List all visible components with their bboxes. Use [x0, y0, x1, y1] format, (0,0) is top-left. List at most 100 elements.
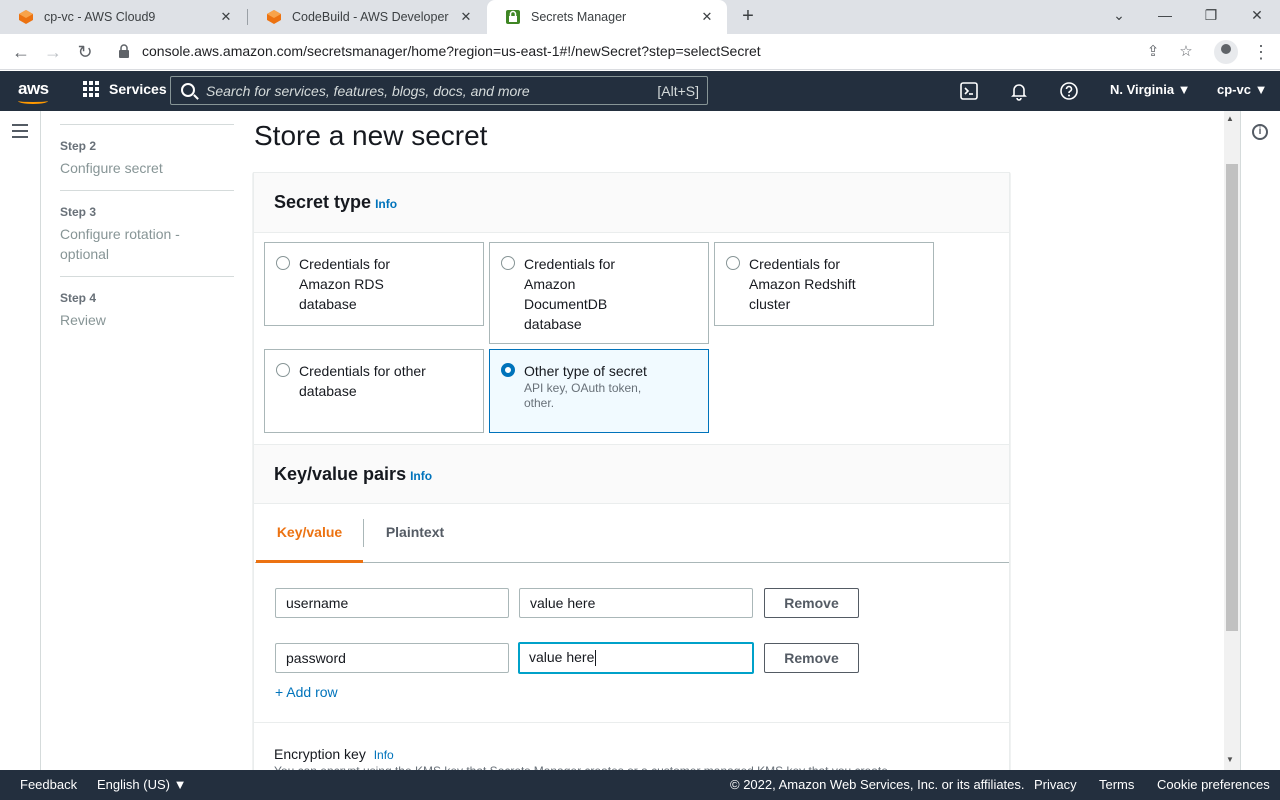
- browser-tab-strip: cp-vc - AWS Cloud9 ✕ CodeBuild - AWS Dev…: [0, 0, 1280, 34]
- share-icon[interactable]: ⇪: [1142, 41, 1164, 63]
- aws-logo[interactable]: aws: [18, 79, 49, 99]
- profile-avatar[interactable]: [1214, 40, 1238, 64]
- value-input[interactable]: value here: [519, 588, 753, 618]
- window-close-icon[interactable]: ✕: [1234, 0, 1280, 34]
- console-footer: Feedback English (US) ▼ © 2022, Amazon W…: [0, 770, 1280, 800]
- kv-heading: Key/value pairs Info: [274, 464, 433, 484]
- secret-type-heading: Secret type Info: [274, 192, 398, 212]
- tab-search-chevron-icon[interactable]: ⌄: [1096, 0, 1142, 34]
- services-menu-button[interactable]: Services: [83, 81, 167, 97]
- aws-top-navigation: aws Services Search for services, featur…: [0, 71, 1280, 111]
- option-label: Other type of secret: [524, 363, 647, 379]
- aws-cube-icon: [19, 10, 33, 24]
- add-row-link[interactable]: + Add row: [275, 684, 338, 700]
- notifications-bell-icon[interactable]: [1009, 81, 1029, 101]
- lock-icon: [119, 44, 129, 58]
- page-scrollbar-thumb[interactable]: [1226, 164, 1238, 631]
- text-caret: [595, 650, 597, 667]
- secret-type-option-other-database[interactable]: Credentials for other database: [264, 349, 484, 433]
- copyright-text: © 2022, Amazon Web Services, Inc. or its…: [730, 777, 1025, 792]
- tools-panel-divider: [1240, 111, 1241, 770]
- browser-tab-secrets-manager[interactable]: Secrets Manager ✕: [487, 0, 727, 34]
- tab-divider: [363, 519, 364, 547]
- restore-icon[interactable]: ❐: [1188, 0, 1234, 34]
- tab-plaintext[interactable]: Plaintext: [373, 503, 457, 562]
- step-number: Step 3: [60, 205, 97, 219]
- search-shortcut: [Alt+S]: [657, 83, 699, 99]
- tab-title: CodeBuild - AWS Developer Tools: [292, 10, 452, 24]
- radio-button[interactable]: [276, 363, 290, 377]
- terms-link[interactable]: Terms: [1099, 777, 1134, 792]
- secret-type-info-link[interactable]: Info: [375, 197, 397, 211]
- account-menu[interactable]: cp-vc ▼: [1217, 82, 1267, 97]
- kv-tabs: Key/value Plaintext: [255, 503, 1009, 563]
- tab-title: cp-vc - AWS Cloud9: [44, 10, 156, 24]
- value-input-focused[interactable]: value here: [518, 642, 754, 674]
- aws-cube-icon: [267, 10, 281, 24]
- scroll-down-arrow-icon[interactable]: ▼: [1226, 755, 1234, 764]
- back-icon[interactable]: ←: [8, 39, 34, 65]
- encryption-info-link[interactable]: Info: [374, 748, 394, 762]
- help-icon[interactable]: [1059, 81, 1079, 101]
- aws-logo-smile: [18, 98, 48, 104]
- option-label: Credentials for Amazon RDS database: [299, 256, 391, 312]
- wizard-steps: Step 2 Configure secret Step 3 Configure…: [60, 124, 234, 356]
- option-label: Credentials for Amazon Redshift cluster: [749, 256, 856, 312]
- option-label: Credentials for Amazon DocumentDB databa…: [524, 256, 616, 332]
- key-input[interactable]: username: [275, 588, 509, 618]
- close-tab-icon[interactable]: ✕: [458, 9, 474, 25]
- secret-type-option-other-secret[interactable]: Other type of secret API key, OAuth toke…: [489, 349, 709, 433]
- step-name: Configure rotation - optional: [60, 226, 180, 262]
- hamburger-menu-icon[interactable]: [12, 124, 28, 138]
- grid-icon: [83, 81, 99, 97]
- info-panel-icon[interactable]: i: [1252, 124, 1268, 140]
- secret-type-header: Secret type Info: [254, 173, 1009, 233]
- new-tab-icon[interactable]: +: [736, 4, 760, 28]
- step-name: Configure secret: [60, 160, 163, 176]
- wizard-step[interactable]: Step 4 Review: [60, 291, 234, 342]
- tab-title: Secrets Manager: [531, 10, 627, 24]
- key-input[interactable]: password: [275, 643, 509, 673]
- secret-form-panel: Secret type Info Credentials for Amazon R…: [253, 172, 1010, 772]
- search-icon: [181, 83, 195, 97]
- radio-button-selected[interactable]: [501, 363, 515, 377]
- feedback-link[interactable]: Feedback: [20, 777, 77, 792]
- radio-button[interactable]: [501, 256, 515, 270]
- url-field[interactable]: console.aws.amazon.com/secretsmanager/ho…: [142, 43, 761, 59]
- tab-key-value[interactable]: Key/value: [256, 503, 363, 563]
- forward-icon[interactable]: →: [40, 39, 66, 65]
- kv-header: Key/value pairs Info: [254, 444, 1009, 504]
- bookmark-star-icon[interactable]: ☆: [1175, 41, 1197, 63]
- wizard-step[interactable]: Step 2 Configure secret: [60, 124, 234, 191]
- cloudshell-icon[interactable]: [959, 81, 979, 101]
- kv-info-link[interactable]: Info: [410, 469, 432, 483]
- browser-tab-codebuild[interactable]: CodeBuild - AWS Developer Tools ✕: [248, 0, 486, 34]
- cookie-preferences-link[interactable]: Cookie preferences: [1157, 777, 1270, 792]
- secret-type-option-redshift[interactable]: Credentials for Amazon Redshift cluster: [714, 242, 934, 326]
- browser-tab-cloud9[interactable]: cp-vc - AWS Cloud9 ✕: [0, 0, 246, 34]
- secret-type-option-rds[interactable]: Credentials for Amazon RDS database: [264, 242, 484, 326]
- secrets-manager-icon: [506, 10, 520, 24]
- search-placeholder: Search for services, features, blogs, do…: [206, 83, 530, 99]
- step-name: Review: [60, 312, 106, 328]
- radio-button[interactable]: [276, 256, 290, 270]
- wizard-step[interactable]: Step 3 Configure rotation - optional: [60, 205, 234, 277]
- remove-row-button[interactable]: Remove: [764, 643, 859, 673]
- privacy-link[interactable]: Privacy: [1034, 777, 1077, 792]
- region-selector[interactable]: N. Virginia ▼: [1110, 82, 1191, 97]
- step-number: Step 4: [60, 291, 97, 305]
- value-text: value here: [529, 649, 595, 665]
- remove-row-button[interactable]: Remove: [764, 588, 859, 618]
- step-number: Step 2: [60, 139, 97, 153]
- page-title: Store a new secret: [254, 120, 488, 151]
- reload-icon[interactable]: ↻: [72, 39, 98, 65]
- close-tab-icon[interactable]: ✕: [218, 9, 234, 25]
- language-selector[interactable]: English (US) ▼: [97, 777, 186, 792]
- close-tab-icon[interactable]: ✕: [699, 9, 715, 25]
- radio-button[interactable]: [726, 256, 740, 270]
- browser-menu-icon[interactable]: ⋮: [1252, 41, 1270, 63]
- minimize-icon[interactable]: —: [1142, 0, 1188, 34]
- scroll-up-arrow-icon[interactable]: ▲: [1226, 114, 1234, 123]
- search-input[interactable]: Search for services, features, blogs, do…: [170, 76, 708, 105]
- secret-type-option-documentdb[interactable]: Credentials for Amazon DocumentDB databa…: [489, 242, 709, 344]
